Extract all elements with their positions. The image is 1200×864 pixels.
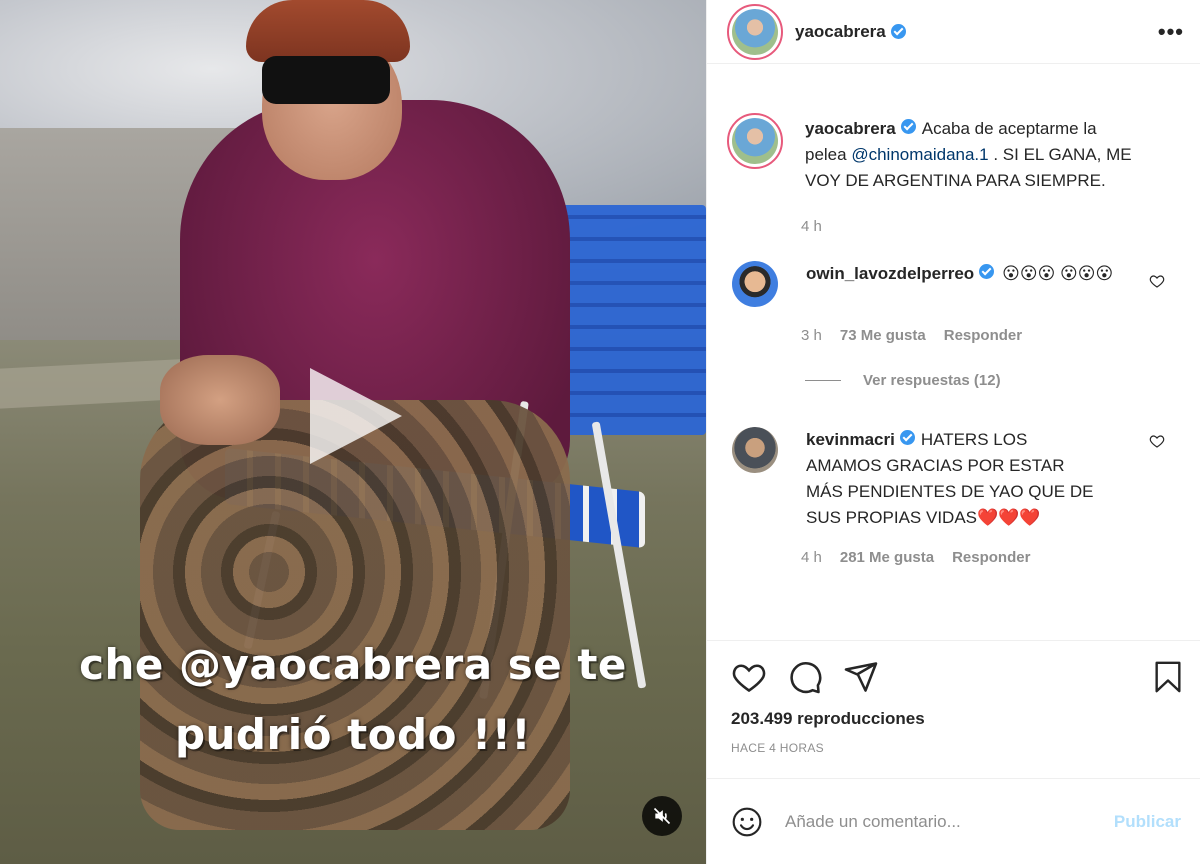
comment-time[interactable]: 3 h: [801, 327, 822, 344]
publish-button[interactable]: Publicar: [1114, 812, 1181, 832]
verified-badge-icon: [979, 264, 995, 279]
comment-item: kevinmacri HATERS LOS AMAMOS GRACIAS POR …: [727, 427, 1181, 531]
post-video[interactable]: che @yaocabrera se te pudrió todo !!!: [0, 0, 706, 864]
add-comment-bar: Publicar: [707, 778, 1200, 864]
comment-username[interactable]: kevinmacri: [806, 430, 895, 449]
like-comment-heart-icon[interactable]: [1149, 433, 1165, 449]
bookmark-icon[interactable]: [1151, 659, 1185, 695]
heart-icon[interactable]: [731, 659, 767, 695]
comments-list[interactable]: yaocabrera Acaba de aceptarme la pelea @c…: [707, 64, 1200, 640]
comment-item: owin_lavozdelperreo 😮😮😮 😮😮😮: [727, 261, 1181, 307]
avatar[interactable]: [732, 427, 778, 473]
reply-button[interactable]: Responder: [944, 327, 1022, 344]
comment-likes[interactable]: 73 Me gusta: [840, 327, 926, 344]
comment-icon[interactable]: [787, 659, 823, 695]
view-count[interactable]: 203.499 reproducciones: [731, 709, 1185, 729]
volume-muted-icon[interactable]: [642, 796, 682, 836]
avatar[interactable]: [727, 3, 783, 60]
avatar[interactable]: [727, 113, 783, 169]
post-header: yaocabrera •••: [707, 0, 1200, 64]
video-background: [262, 56, 390, 104]
video-background: [140, 400, 570, 830]
post-sidebar: yaocabrera ••• yaocabrera Acaba de acepta…: [706, 0, 1200, 864]
emoji-icon[interactable]: [731, 806, 763, 838]
more-options-icon[interactable]: •••: [1158, 19, 1184, 45]
caption-meta: 4 h: [801, 218, 1181, 235]
comment-likes[interactable]: 281 Me gusta: [840, 549, 934, 566]
replies-divider: [805, 380, 841, 381]
share-icon[interactable]: [843, 659, 879, 695]
view-replies-label[interactable]: Ver respuestas (12): [863, 372, 1001, 389]
reply-button[interactable]: Responder: [952, 549, 1030, 566]
caption-username[interactable]: yaocabrera: [805, 119, 896, 138]
post-caption: yaocabrera Acaba de aceptarme la pelea @c…: [727, 113, 1181, 194]
comment-meta: 4 h 281 Me gusta Responder: [801, 549, 1181, 566]
play-icon[interactable]: [310, 368, 402, 464]
verified-badge-icon: [899, 430, 915, 445]
username-label[interactable]: yaocabrera: [795, 22, 886, 42]
video-caption-line-1: che @yaocabrera se te: [79, 640, 627, 689]
caption-mention-link[interactable]: @chinomaidana.1: [851, 145, 988, 164]
video-caption-line-2: pudrió todo !!!: [174, 710, 532, 759]
comment-username[interactable]: owin_lavozdelperreo: [806, 264, 974, 283]
video-background: [160, 355, 280, 445]
comment-time[interactable]: 4 h: [801, 549, 822, 566]
caption-time[interactable]: 4 h: [801, 218, 822, 235]
video-background: [246, 0, 410, 62]
header-username[interactable]: yaocabrera: [795, 22, 906, 42]
post-actions: 203.499 reproducciones HACE 4 HORAS: [707, 640, 1200, 755]
comment-text: 😮😮😮 😮😮😮: [1002, 264, 1114, 283]
avatar[interactable]: [732, 261, 778, 307]
post-timestamp[interactable]: HACE 4 HORAS: [731, 741, 1185, 755]
action-bar: [731, 659, 1185, 695]
comment-meta: 3 h 73 Me gusta Responder: [801, 327, 1181, 344]
verified-badge-icon: [900, 119, 916, 134]
view-replies-button[interactable]: Ver respuestas (12): [805, 372, 1181, 389]
comment-input[interactable]: [785, 811, 1114, 832]
like-comment-heart-icon[interactable]: [1149, 273, 1165, 289]
verified-badge-icon: [890, 24, 906, 39]
